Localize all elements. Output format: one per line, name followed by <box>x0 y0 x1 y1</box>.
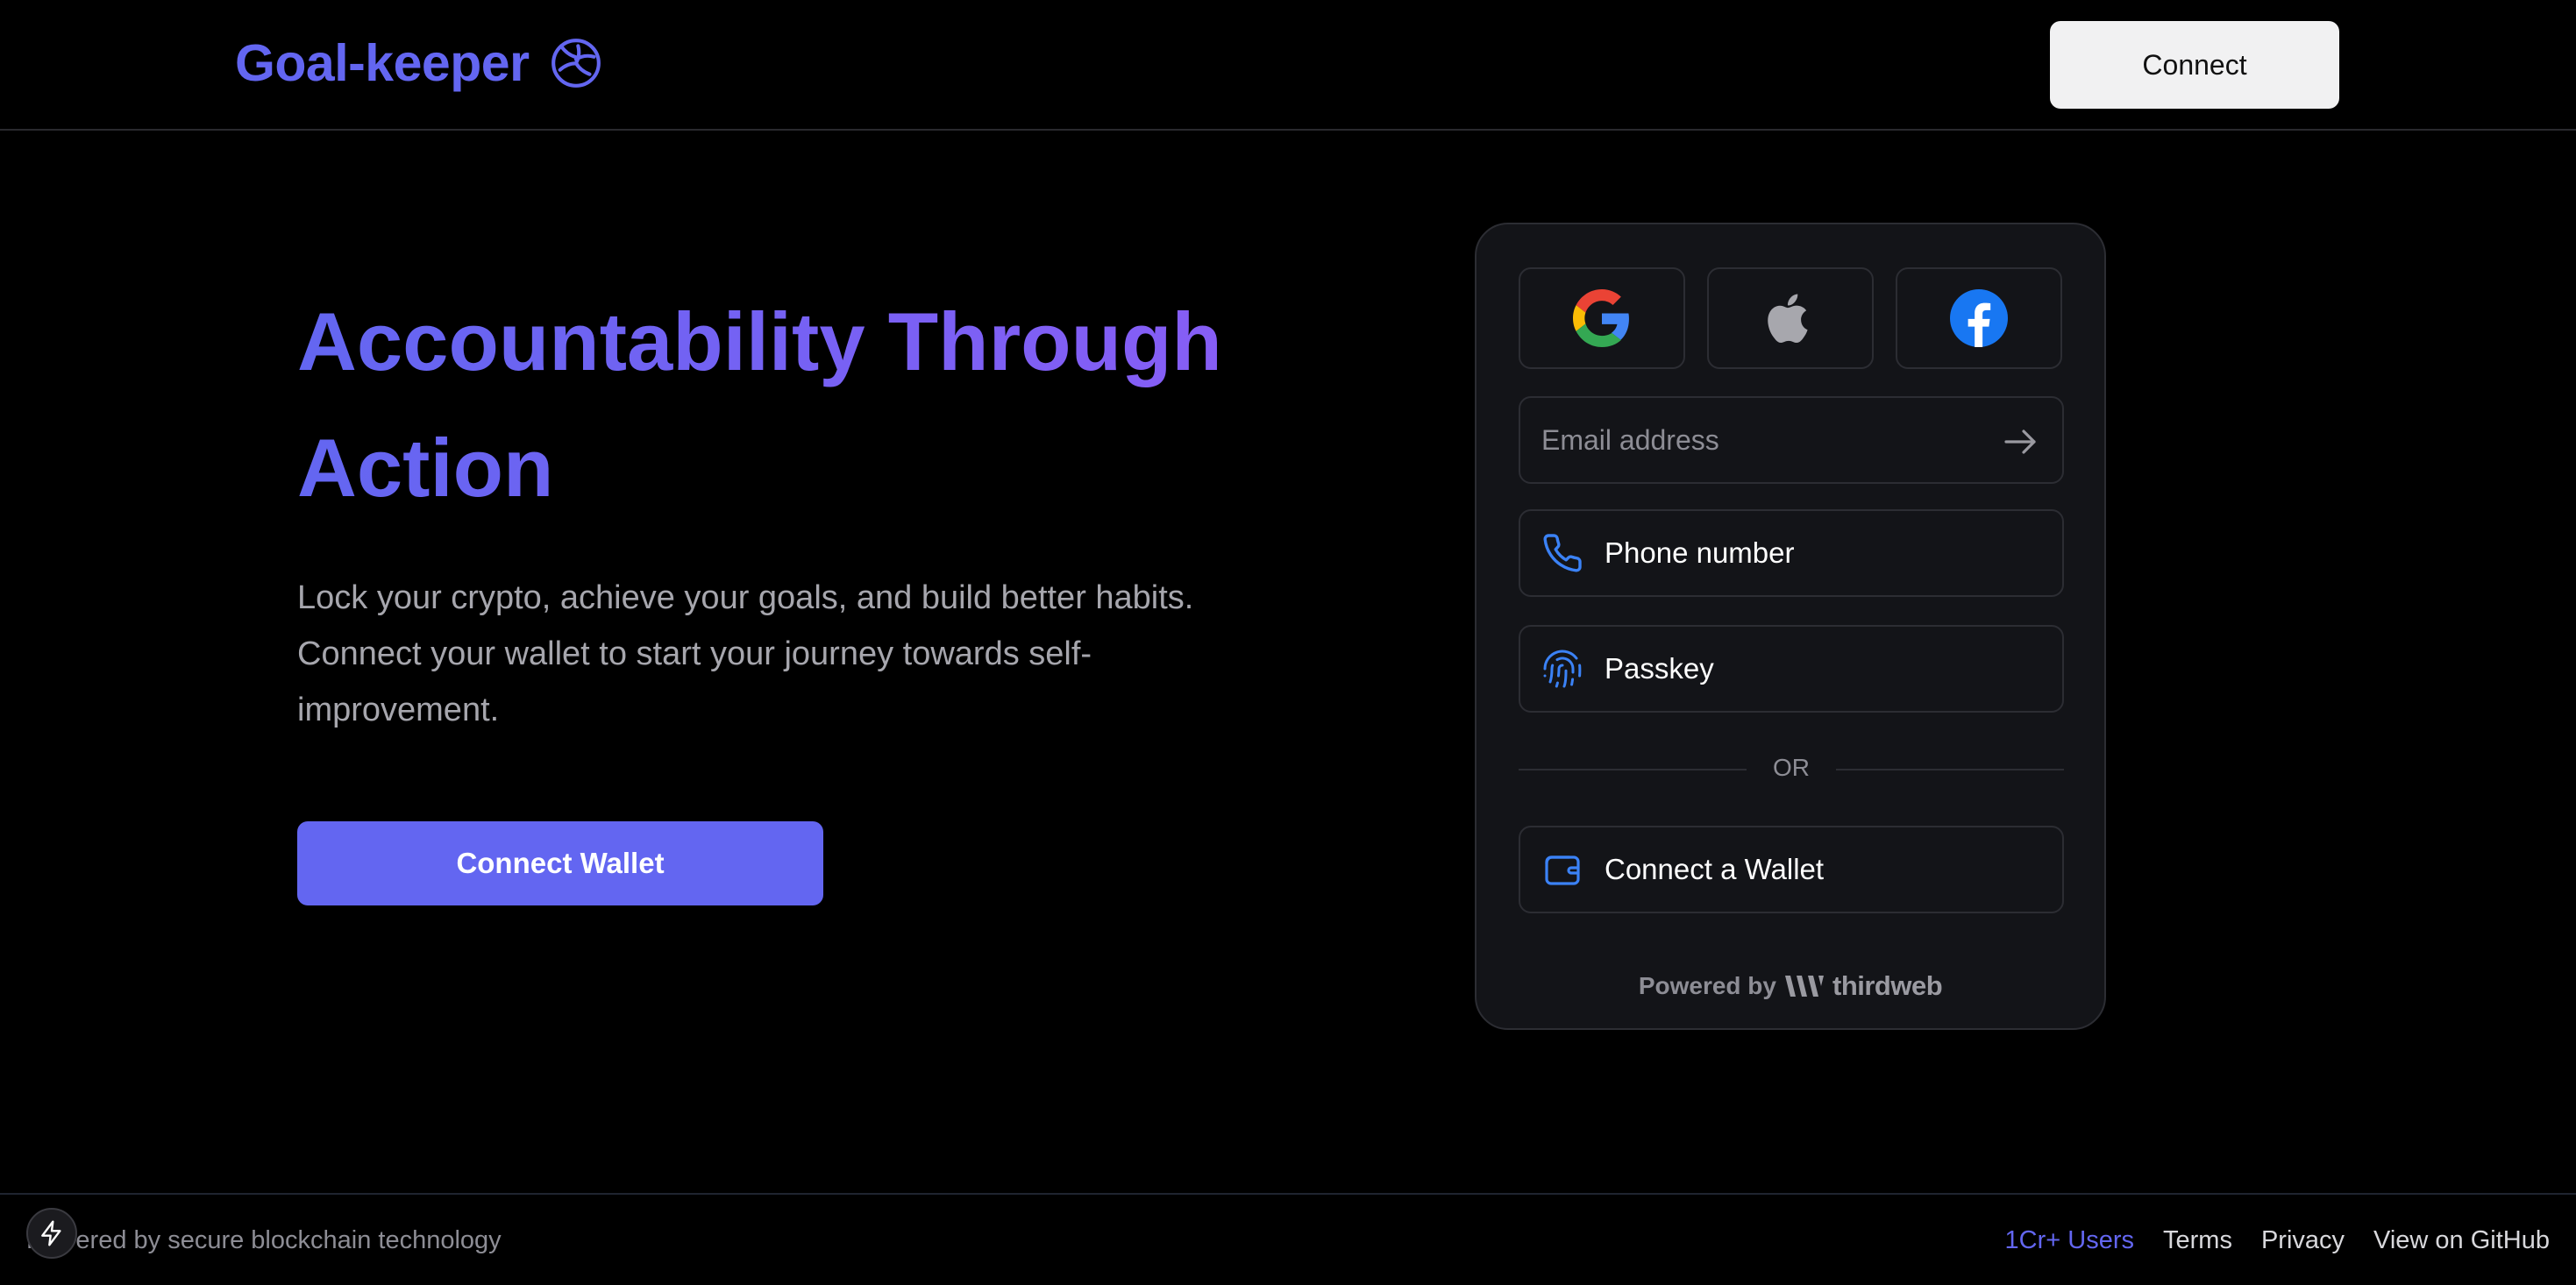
powered-by-label: Powered by <box>1638 972 1776 999</box>
connect-a-wallet-button[interactable]: Connect a Wallet <box>1519 826 2064 913</box>
fingerprint-icon <box>1543 650 1582 688</box>
footer-link-users[interactable]: 1Cr+ Users <box>2005 1226 2134 1255</box>
brand[interactable]: Goal-keeper <box>235 33 603 93</box>
footer-link-github[interactable]: View on GitHub <box>2373 1226 2550 1255</box>
footer-links: 1Cr+ Users Terms Privacy View on GitHub <box>2005 1226 2550 1255</box>
wallet-icon <box>1545 855 1580 885</box>
header-connect-button[interactable]: Connect <box>2050 21 2339 109</box>
brand-name: Goal-keeper <box>235 34 530 92</box>
footer: Powered by secure blockchain technology … <box>0 1193 2576 1285</box>
footer-link-terms[interactable]: Terms <box>2163 1226 2232 1255</box>
volleyball-icon <box>551 39 601 88</box>
or-divider-label: OR <box>1773 754 1810 781</box>
hero-description: Lock your crypto, achieve your goals, an… <box>297 579 1194 728</box>
footer-tagline: Powered by secure blockchain technology <box>26 1226 502 1254</box>
connect-wallet-button[interactable]: Connect Wallet <box>297 821 823 905</box>
thirdweb-brand: thirdweb <box>1832 970 1943 1001</box>
passkey-login-button[interactable]: Passkey <box>1519 625 2064 713</box>
top-nav: Goal-keeper Connect <box>0 0 2576 131</box>
google-login-button[interactable] <box>1519 267 1685 369</box>
login-card: Phone number Passkey OR Connect a Wallet… <box>1475 223 2106 1030</box>
hero-title: Accountability Through Action <box>297 279 1349 531</box>
facebook-login-button[interactable] <box>1896 267 2062 369</box>
divider-left <box>1519 769 1747 770</box>
powered-by-thirdweb[interactable]: Powered by thirdweb <box>1477 970 2104 1002</box>
phone-icon <box>1543 534 1582 572</box>
passkey-label: Passkey <box>1605 652 1714 685</box>
apple-icon <box>1768 294 1808 344</box>
thirdweb-logo-icon <box>1785 976 1824 997</box>
email-input[interactable] <box>1520 398 2062 482</box>
arrow-right-icon[interactable] <box>1999 421 2041 463</box>
lightning-icon <box>41 1220 61 1246</box>
connect-a-wallet-label: Connect a Wallet <box>1605 853 1825 885</box>
apple-login-button[interactable] <box>1707 267 1874 369</box>
dev-tools-button[interactable] <box>26 1208 77 1259</box>
footer-link-privacy[interactable]: Privacy <box>2261 1226 2345 1255</box>
facebook-icon <box>1950 289 2008 347</box>
phone-login-button[interactable]: Phone number <box>1519 509 2064 597</box>
divider-right <box>1836 769 2064 770</box>
google-icon <box>1573 289 1629 347</box>
phone-label: Phone number <box>1605 536 1795 569</box>
email-field[interactable] <box>1519 396 2064 484</box>
